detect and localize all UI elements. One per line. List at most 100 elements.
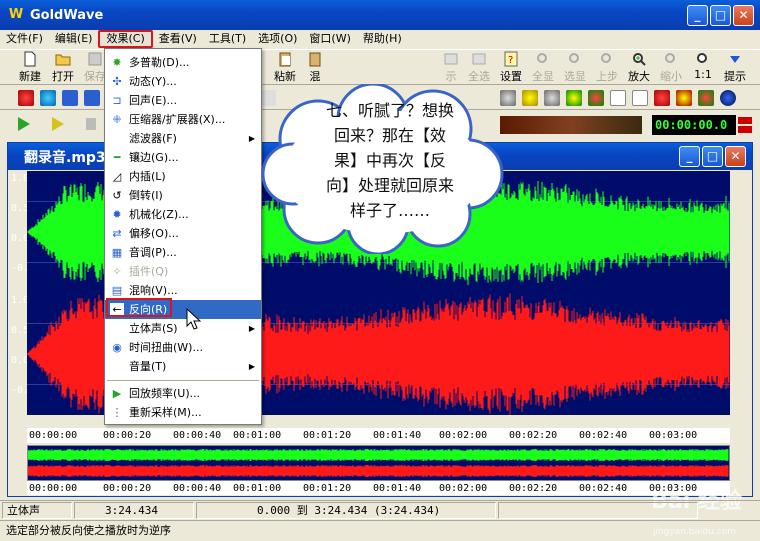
menu-file[interactable]: 文件(F) bbox=[0, 30, 49, 48]
open-folder-icon bbox=[55, 54, 71, 66]
noise-tool-icon[interactable] bbox=[654, 90, 670, 106]
new-file-icon bbox=[24, 51, 36, 67]
hint-button[interactable]: 提示 bbox=[720, 50, 750, 84]
minimize-button[interactable]: _ bbox=[687, 4, 708, 26]
submenu-arrow-icon: ▶ bbox=[248, 134, 255, 143]
timewarp-tool-icon[interactable] bbox=[720, 90, 736, 106]
flanger-icon: ━ bbox=[113, 151, 121, 164]
menu-item-offset[interactable]: ⇄ 偏移(O)... bbox=[105, 224, 261, 243]
menu-item-echo[interactable]: ⊐ 回声(E)... bbox=[105, 91, 261, 110]
menu-tools[interactable]: 工具(T) bbox=[203, 30, 252, 48]
volume-tool-icon[interactable] bbox=[566, 90, 582, 106]
hz-tool-icon[interactable] bbox=[610, 90, 626, 106]
zoom-in-button[interactable]: 放大 bbox=[624, 50, 654, 84]
doc-minimize-button[interactable]: _ bbox=[679, 146, 700, 167]
magnifier-icon bbox=[569, 53, 579, 63]
doppler-icon: ✸ bbox=[112, 56, 122, 69]
channel-status: 立体声 bbox=[2, 502, 72, 519]
show-icon bbox=[444, 53, 458, 65]
menu-help[interactable]: 帮助(H) bbox=[357, 30, 408, 48]
ruler-label: 00:02:20 bbox=[509, 483, 558, 494]
show-button[interactable]: 示 bbox=[436, 50, 466, 84]
menu-item-interpolate[interactable]: ◿ 内插(L) bbox=[105, 167, 261, 186]
callout-text: 七、听腻了？想换 回来？那在【效 果】中再次【反 向】处理就回原来 样子了…… bbox=[325, 101, 454, 220]
menu-item-plugin[interactable]: ✧ 插件(Q) bbox=[105, 262, 261, 281]
zoom-out-button[interactable]: 缩小 bbox=[656, 50, 686, 84]
ruler-label: 00:00:00 bbox=[29, 430, 78, 441]
mechanize-icon: ✹ bbox=[112, 208, 122, 221]
menu-item-filter[interactable]: 滤波器(F) ▶ bbox=[105, 129, 261, 148]
paste-icon bbox=[279, 52, 291, 67]
close-button[interactable]: ✕ bbox=[733, 4, 754, 26]
menu-window[interactable]: 窗口(W) bbox=[303, 30, 356, 48]
app-logo-icon: W bbox=[8, 7, 24, 22]
menu-item-timewarp[interactable]: ◉ 时间扭曲(W)... bbox=[105, 338, 261, 357]
mouse-cursor-icon bbox=[186, 308, 202, 330]
selection-view-button[interactable]: 选显 bbox=[560, 50, 590, 84]
ruler-label: 00:02:00 bbox=[439, 483, 488, 494]
marker-tool-icon[interactable] bbox=[676, 90, 692, 106]
menu-item-dynamics[interactable]: ✣ 动态(Y)... bbox=[105, 72, 261, 91]
menu-item-doppler[interactable]: ✸ 多普勒(D)... bbox=[105, 53, 261, 72]
resample-icon: ⋮ bbox=[111, 406, 123, 419]
settings-icon: ? bbox=[504, 51, 518, 67]
mix-button[interactable]: 混 bbox=[300, 50, 330, 84]
doc-close-button[interactable]: ✕ bbox=[725, 146, 746, 167]
menu-item-invert[interactable]: ↺ 倒转(I) bbox=[105, 186, 261, 205]
ruler-label: 00:00:20 bbox=[103, 430, 152, 441]
record-indicator-icon bbox=[738, 117, 752, 124]
title-bar: W GoldWave _ □ ✕ bbox=[0, 0, 760, 30]
prev-view-button[interactable]: 上步 bbox=[592, 50, 622, 84]
compressor-tool-icon[interactable] bbox=[84, 90, 100, 106]
menu-item-volume[interactable]: 音量(T) ▶ bbox=[105, 357, 261, 376]
paste-new-button[interactable]: 粘新 bbox=[270, 50, 300, 84]
menu-item-flanger[interactable]: ━ 镶边(G)... bbox=[105, 148, 261, 167]
menu-effects[interactable]: 效果(C) bbox=[98, 30, 153, 48]
menu-item-mechanize[interactable]: ✹ 机械化(Z)... bbox=[105, 205, 261, 224]
ruler-label: 00:00:40 bbox=[173, 483, 222, 494]
ratio-button[interactable]: 1:1 bbox=[688, 50, 718, 81]
time-display: 00:00:00.0 bbox=[652, 115, 736, 135]
overview-waveform[interactable] bbox=[27, 445, 730, 481]
timewarp-icon: ◉ bbox=[112, 341, 122, 354]
echo-tool-icon[interactable] bbox=[62, 90, 78, 106]
hint-bar: 选定部分被反向使之播放时为逆序 bbox=[0, 520, 760, 541]
all-view-button[interactable]: 全显 bbox=[528, 50, 558, 84]
menu-edit[interactable]: 编辑(E) bbox=[49, 30, 99, 48]
dynamics-tool-icon[interactable] bbox=[40, 90, 56, 106]
play-icon[interactable] bbox=[18, 117, 30, 131]
overview-svg bbox=[27, 449, 729, 477]
ruler-label: 00:00:00 bbox=[29, 483, 78, 494]
stop-icon[interactable] bbox=[86, 118, 96, 130]
doc-maximize-button[interactable]: □ bbox=[702, 146, 723, 167]
menu-item-stereo[interactable]: 立体声(S) ▶ bbox=[105, 319, 261, 338]
save-icon bbox=[88, 52, 102, 66]
menu-item-pitch[interactable]: ▦ 音调(P)... bbox=[105, 243, 261, 262]
maximize-button[interactable]: □ bbox=[710, 4, 731, 26]
mix-icon bbox=[309, 52, 321, 67]
menu-item-playback-rate[interactable]: ▶ 回放频率(U)... bbox=[105, 384, 261, 403]
warning-tool-icon[interactable] bbox=[698, 90, 714, 106]
zoom-ratio-icon bbox=[697, 53, 707, 63]
ruler-label: 00:02:40 bbox=[579, 483, 628, 494]
doppler-tool-icon[interactable] bbox=[18, 90, 34, 106]
dynamics-icon: ✣ bbox=[112, 75, 122, 88]
menu-item-compressor[interactable]: ⁜ 压缩器/扩展器(X)... bbox=[105, 110, 261, 129]
reverb-tool-icon[interactable] bbox=[544, 90, 560, 106]
ruler-label: 00:01:00 bbox=[233, 483, 282, 494]
menu-item-resample[interactable]: ⋮ 重新采样(M)... bbox=[105, 403, 261, 422]
open-button[interactable]: 打开 bbox=[48, 50, 78, 84]
new-button[interactable]: 新建 bbox=[15, 50, 45, 84]
pitch-tool-icon[interactable] bbox=[522, 90, 538, 106]
menu-view[interactable]: 查看(V) bbox=[153, 30, 203, 48]
menu-options[interactable]: 选项(O) bbox=[252, 30, 303, 48]
svg-text:?: ? bbox=[508, 55, 513, 66]
stereo-tool-icon[interactable] bbox=[588, 90, 604, 106]
play-selection-icon[interactable] bbox=[52, 117, 64, 131]
invert-icon: ↺ bbox=[112, 189, 122, 202]
highlight-annotation-box bbox=[106, 298, 172, 317]
settings-button[interactable]: ? 设置 bbox=[496, 50, 526, 84]
hz2-tool-icon[interactable] bbox=[632, 90, 648, 106]
playback-rate-icon: ▶ bbox=[112, 387, 122, 400]
select-all-button[interactable]: 全选 bbox=[464, 50, 494, 84]
